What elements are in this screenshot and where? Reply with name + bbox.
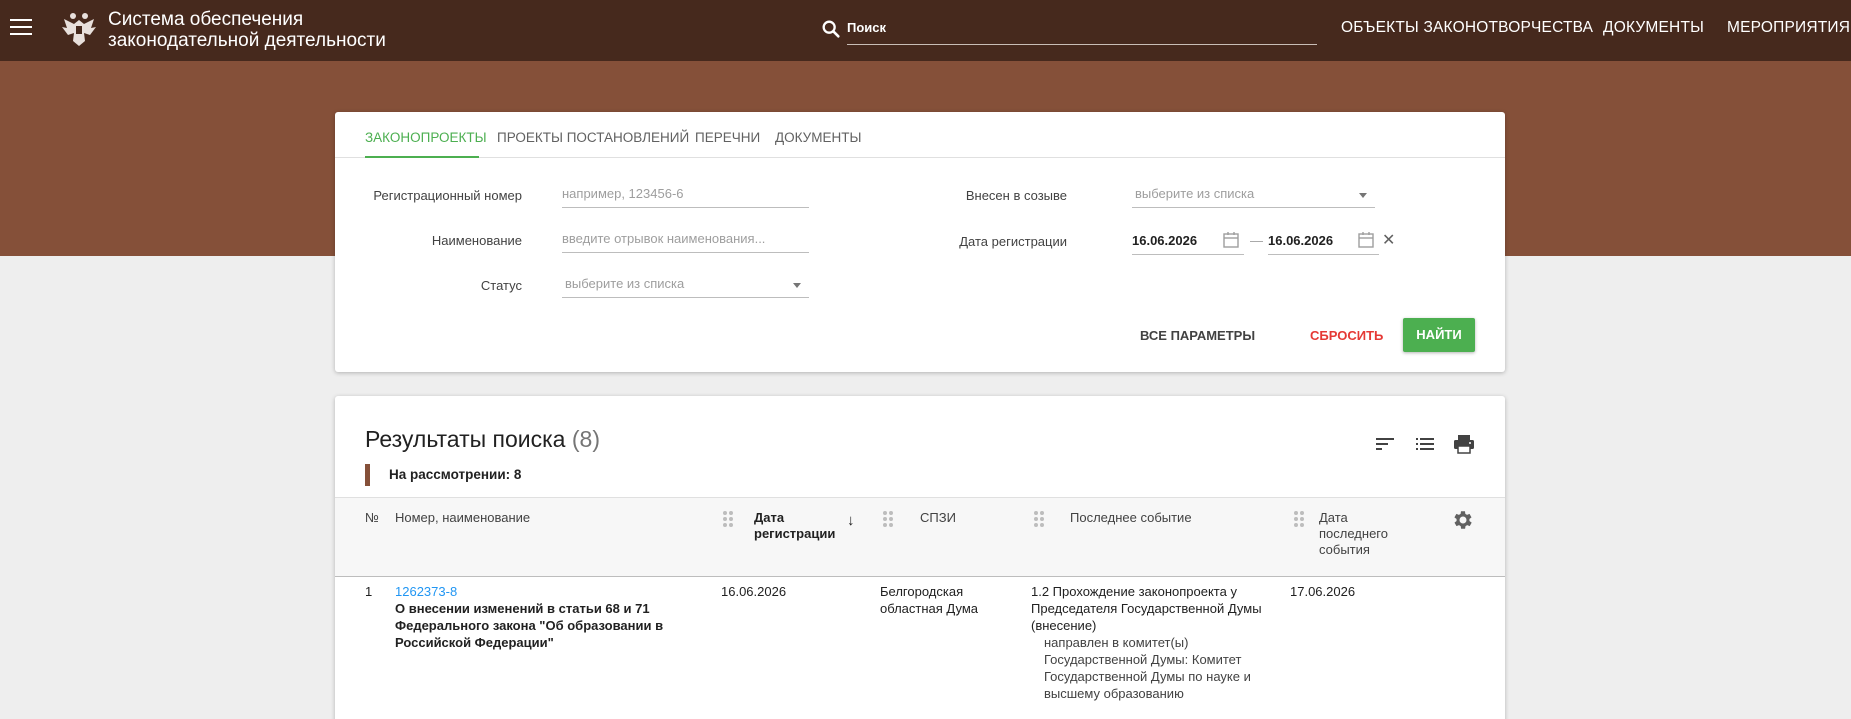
status-select-placeholder: выберите из списка	[565, 276, 685, 291]
bill-name-line-3: Российской Федерации"	[395, 635, 554, 650]
reg-date-label: Дата регистрации	[959, 234, 1067, 249]
results-title-text: Результаты поиска	[365, 426, 566, 452]
row-event-sub-line-4: высшему образованию	[1044, 686, 1184, 701]
table-header: № Номер, наименование Дата регистрации ↓…	[335, 497, 1505, 577]
nav-documents[interactable]: ДОКУМЕНТЫ	[1603, 19, 1704, 37]
name-field[interactable]	[562, 225, 809, 253]
tab-lists[interactable]: ПЕРЕЧНИ	[695, 130, 760, 145]
search-form-card: ЗАКОНОПРОЕКТЫ ПРОЕКТЫ ПОСТАНОВЛЕНИЙ ПЕРЕ…	[335, 112, 1505, 372]
row-last-event: 1.2 Прохождение законопроекта у Председа…	[1031, 583, 1281, 702]
top-bar: Система обеспечения законодательной деят…	[0, 0, 1851, 61]
convocation-select[interactable]: выберите из списка	[1132, 180, 1375, 208]
row-last-event-date: 17.06.2026	[1290, 584, 1356, 599]
convocation-select-placeholder: выберите из списка	[1135, 186, 1255, 201]
tab-documents[interactable]: ДОКУМЕНТЫ	[775, 130, 861, 145]
print-icon[interactable]	[1452, 432, 1476, 456]
row-event-sub-line-3: Государственной Думы по науке и	[1044, 669, 1251, 684]
reg-number-input[interactable]	[562, 186, 809, 201]
chevron-down-icon	[793, 283, 801, 288]
date-from-field[interactable]: 16.06.2026	[1132, 227, 1244, 255]
sort-icon[interactable]	[1373, 432, 1397, 456]
list-icon[interactable]	[1413, 432, 1437, 456]
find-button[interactable]: НАЙТИ	[1403, 318, 1475, 352]
sort-down-arrow-icon[interactable]: ↓	[847, 512, 855, 529]
bill-name-line-2: Федерального закона "Об образовании в	[395, 618, 664, 633]
row-event-line-3: (внесение)	[1031, 618, 1097, 633]
search-tabs: ЗАКОНОПРОЕКТЫ ПРОЕКТЫ ПОСТАНОВЛЕНИЙ ПЕРЕ…	[335, 112, 1505, 158]
col-name[interactable]: Номер, наименование	[395, 510, 530, 526]
col-last-event-date-line-2: последнего	[1319, 526, 1388, 541]
name-input[interactable]	[562, 231, 809, 246]
drag-handle-icon[interactable]	[883, 511, 893, 529]
brand-title[interactable]: Система обеспечения законодательной деят…	[108, 9, 386, 51]
drag-handle-icon[interactable]	[1294, 511, 1304, 529]
calendar-icon[interactable]	[1222, 231, 1240, 249]
global-search-input[interactable]	[847, 15, 1317, 45]
bill-name-line-1: О внесении изменений в статьи 68 и 71	[395, 601, 650, 616]
col-reg-date-line-1: Дата	[754, 510, 785, 525]
menu-icon[interactable]	[10, 19, 32, 37]
row-event-detail: направлен в комитет(ы) Государственной Д…	[1031, 634, 1281, 702]
row-num: 1	[365, 584, 373, 599]
date-to-field[interactable]: 16.06.2026	[1268, 227, 1379, 255]
search-icon[interactable]	[820, 18, 842, 40]
row-event-line-1: 1.2 Прохождение законопроекта у	[1031, 584, 1237, 599]
col-reg-date[interactable]: Дата регистрации	[754, 510, 835, 542]
calendar-icon[interactable]	[1357, 231, 1375, 249]
row-spzi-line-2: областная Дума	[880, 601, 979, 616]
row-event-sub-line-2: Государственной Думы: Комитет	[1044, 652, 1242, 667]
col-last-event-date[interactable]: Дата последнего события	[1319, 510, 1388, 558]
row-name-cell: 1262373-8 О внесении изменений в статьи …	[395, 583, 665, 651]
bill-number-link[interactable]: 1262373-8	[395, 583, 665, 600]
col-last-event-date-line-3: события	[1319, 542, 1370, 557]
status-marker	[365, 464, 370, 486]
name-label: Наименование	[431, 233, 522, 248]
brand-line-1: Система обеспечения	[108, 9, 304, 30]
status-filter-label[interactable]: На рассмотрении: 8	[389, 467, 521, 482]
col-last-event[interactable]: Последнее событие	[1070, 510, 1192, 526]
date-range-separator: —	[1250, 233, 1263, 248]
row-event-line-2: Председателя Государственной Думы	[1031, 601, 1262, 616]
row-reg-date: 16.06.2026	[721, 584, 787, 599]
row-event-sub-line-1: направлен в комитет(ы)	[1044, 635, 1189, 650]
status-label: Статус	[480, 278, 522, 293]
date-to-value: 16.06.2026	[1268, 233, 1334, 248]
col-reg-date-line-2: регистрации	[754, 526, 836, 541]
results-title: Результаты поиска (8)	[365, 426, 600, 453]
row-spzi: Белгородская областная Дума	[880, 583, 978, 617]
drag-handle-icon[interactable]	[723, 511, 733, 529]
col-spzi[interactable]: СПЗИ	[920, 510, 956, 526]
brand-line-2: законодательной деятельности	[108, 30, 386, 51]
results-count: (8)	[571, 426, 600, 452]
gear-icon[interactable]	[1451, 508, 1475, 532]
all-params-button[interactable]: ВСЕ ПАРАМЕТРЫ	[1140, 328, 1255, 343]
reset-button[interactable]: СБРОСИТЬ	[1310, 328, 1383, 343]
chevron-down-icon	[1359, 193, 1367, 198]
col-last-event-date-line-1: Дата	[1319, 510, 1348, 525]
status-select[interactable]: выберите из списка	[562, 270, 809, 298]
nav-events[interactable]: МЕРОПРИЯТИЯ	[1727, 19, 1850, 37]
results-card: Результаты поиска (8) На рассмотрении: 8…	[335, 396, 1505, 719]
nav-legislative-objects[interactable]: ОБЪЕКТЫ ЗАКОНОТВОРЧЕСТВА	[1341, 19, 1593, 37]
col-number: №	[365, 510, 379, 525]
reg-number-label: Регистрационный номер	[373, 188, 522, 203]
reg-number-field[interactable]	[562, 180, 809, 208]
convocation-label: Внесен в созыве	[965, 188, 1067, 203]
emblem-icon	[62, 13, 96, 46]
clear-icon[interactable]: ✕	[1382, 230, 1395, 250]
row-spzi-line-1: Белгородская	[880, 584, 964, 599]
tab-bills[interactable]: ЗАКОНОПРОЕКТЫ	[365, 130, 487, 145]
active-tab-indicator	[365, 156, 479, 158]
date-from-value: 16.06.2026	[1132, 233, 1198, 248]
drag-handle-icon[interactable]	[1034, 511, 1044, 529]
tab-draft-resolutions[interactable]: ПРОЕКТЫ ПОСТАНОВЛЕНИЙ	[497, 130, 689, 145]
